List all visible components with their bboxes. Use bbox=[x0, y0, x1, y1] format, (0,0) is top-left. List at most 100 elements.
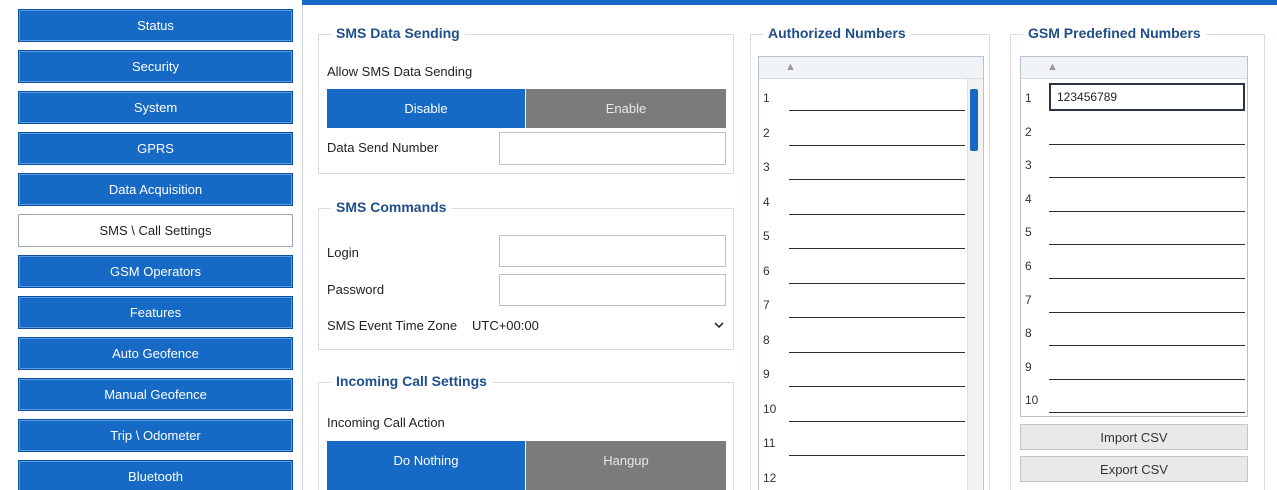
number-row: 4 bbox=[759, 186, 983, 215]
panel-divider bbox=[302, 5, 303, 490]
row-index: 12 bbox=[763, 470, 777, 485]
do-nothing-button[interactable]: Do Nothing bbox=[327, 441, 525, 480]
row-index: 4 bbox=[1025, 191, 1032, 206]
number-row: 10 bbox=[1021, 385, 1247, 414]
row-index: 10 bbox=[763, 401, 777, 416]
disable-sms-button[interactable]: Disable bbox=[327, 89, 525, 128]
number-row: 2 bbox=[759, 117, 983, 146]
login-label: Login bbox=[327, 245, 359, 260]
timezone-select[interactable]: UTC+00:00 bbox=[472, 312, 724, 338]
row-index: 6 bbox=[1025, 259, 1032, 273]
enable-sms-button[interactable]: Enable bbox=[526, 89, 726, 128]
row-index: 3 bbox=[1025, 158, 1032, 173]
list-header: ▲ bbox=[759, 57, 983, 79]
list-header: ▲ bbox=[1021, 57, 1247, 79]
number-row: 6 bbox=[759, 255, 983, 284]
number-field[interactable] bbox=[1049, 116, 1245, 145]
sms-commands-title: SMS Commands bbox=[331, 199, 452, 215]
row-index: 2 bbox=[763, 125, 770, 140]
data-send-number-field[interactable] bbox=[499, 132, 726, 165]
row-index: 4 bbox=[763, 194, 770, 209]
row-index: 7 bbox=[1025, 292, 1032, 307]
nav-status[interactable]: Status bbox=[18, 9, 293, 42]
import-csv-button[interactable]: Import CSV bbox=[1020, 424, 1248, 450]
number-row: 3 bbox=[759, 152, 983, 180]
nav-gsm-operators[interactable]: GSM Operators bbox=[18, 255, 293, 288]
number-field[interactable]: 123456789 bbox=[1049, 83, 1245, 111]
hangup-button[interactable]: Hangup bbox=[526, 441, 726, 480]
nav-data-acquisition[interactable]: Data Acquisition bbox=[18, 173, 293, 206]
sidebar-nav: Status Security System GPRS Data Acquisi… bbox=[0, 0, 302, 490]
nav-sms-call-settings[interactable]: SMS \ Call Settings bbox=[18, 214, 293, 247]
row-index: 9 bbox=[763, 367, 770, 381]
export-csv-button[interactable]: Export CSV bbox=[1020, 456, 1248, 482]
number-field[interactable] bbox=[789, 83, 965, 111]
number-row: 10 bbox=[759, 393, 983, 422]
nav-trip-odometer[interactable]: Trip \ Odometer bbox=[18, 419, 293, 452]
number-field[interactable] bbox=[789, 186, 965, 215]
number-field[interactable] bbox=[1049, 251, 1245, 279]
number-field[interactable] bbox=[789, 393, 965, 422]
nav-gprs[interactable]: GPRS bbox=[18, 132, 293, 165]
number-field[interactable] bbox=[1049, 284, 1245, 313]
number-row: 7 bbox=[759, 290, 983, 318]
number-row: 3 bbox=[1021, 150, 1247, 179]
number-field[interactable] bbox=[789, 462, 965, 490]
incoming-call-action-label: Incoming Call Action bbox=[327, 415, 445, 430]
login-field[interactable] bbox=[499, 235, 726, 267]
number-row: 8 bbox=[1021, 318, 1247, 347]
password-field[interactable] bbox=[499, 274, 726, 306]
allow-sms-label: Allow SMS Data Sending bbox=[327, 64, 473, 79]
number-row: 2 bbox=[1021, 116, 1247, 145]
call-option-button-2[interactable] bbox=[526, 480, 726, 490]
password-label: Password bbox=[327, 282, 385, 297]
row-index: 10 bbox=[1025, 393, 1039, 408]
header-accent-bar bbox=[302, 0, 1277, 5]
nav-system[interactable]: System bbox=[18, 91, 293, 124]
gsm-predefined-list: ▲ 1 123456789 2 3 4 5 6 7 8 9 10 bbox=[1020, 56, 1248, 417]
number-field[interactable] bbox=[789, 290, 965, 318]
number-field[interactable] bbox=[1049, 318, 1245, 347]
number-field[interactable] bbox=[789, 117, 965, 146]
number-field[interactable] bbox=[1049, 183, 1245, 212]
number-row: 5 bbox=[759, 221, 983, 249]
chevron-down-icon bbox=[714, 322, 724, 329]
number-field[interactable] bbox=[789, 255, 965, 284]
number-row: 11 bbox=[759, 428, 983, 456]
row-index: 1 bbox=[763, 91, 770, 105]
row-index: 7 bbox=[763, 298, 770, 312]
nav-bluetooth[interactable]: Bluetooth bbox=[18, 460, 293, 490]
number-field[interactable] bbox=[789, 359, 965, 387]
number-field[interactable] bbox=[789, 221, 965, 249]
authorized-numbers-title: Authorized Numbers bbox=[763, 25, 911, 41]
number-field[interactable] bbox=[1049, 351, 1245, 380]
number-row: 8 bbox=[759, 324, 983, 353]
data-send-number-label: Data Send Number bbox=[327, 140, 439, 155]
nav-features[interactable]: Features bbox=[18, 296, 293, 329]
gsm-predefined-title: GSM Predefined Numbers bbox=[1023, 25, 1206, 41]
nav-auto-geofence[interactable]: Auto Geofence bbox=[18, 337, 293, 370]
row-index: 8 bbox=[763, 332, 770, 347]
row-index: 1 bbox=[1025, 91, 1032, 105]
number-field[interactable] bbox=[789, 152, 965, 180]
number-field[interactable] bbox=[789, 324, 965, 353]
number-field[interactable] bbox=[1049, 385, 1245, 414]
incoming-call-title: Incoming Call Settings bbox=[331, 373, 492, 389]
number-row: 1 bbox=[759, 83, 983, 111]
row-index: 5 bbox=[1025, 225, 1032, 240]
number-row: 6 bbox=[1021, 251, 1247, 279]
call-option-button[interactable] bbox=[327, 480, 525, 490]
number-row: 5 bbox=[1021, 217, 1247, 246]
number-field[interactable] bbox=[1049, 217, 1245, 246]
row-index: 5 bbox=[763, 229, 770, 243]
number-field[interactable] bbox=[789, 428, 965, 456]
timezone-label: SMS Event Time Zone bbox=[327, 318, 458, 333]
row-index: 3 bbox=[763, 160, 770, 174]
row-index: 2 bbox=[1025, 124, 1032, 139]
authorized-numbers-list: ▲ 1 2 3 4 5 6 7 8 9 10 11 12 bbox=[758, 56, 984, 490]
nav-security[interactable]: Security bbox=[18, 50, 293, 83]
number-field[interactable] bbox=[1049, 150, 1245, 179]
row-index: 6 bbox=[763, 263, 770, 278]
number-row: 9 bbox=[759, 359, 983, 387]
nav-manual-geofence[interactable]: Manual Geofence bbox=[18, 378, 293, 411]
